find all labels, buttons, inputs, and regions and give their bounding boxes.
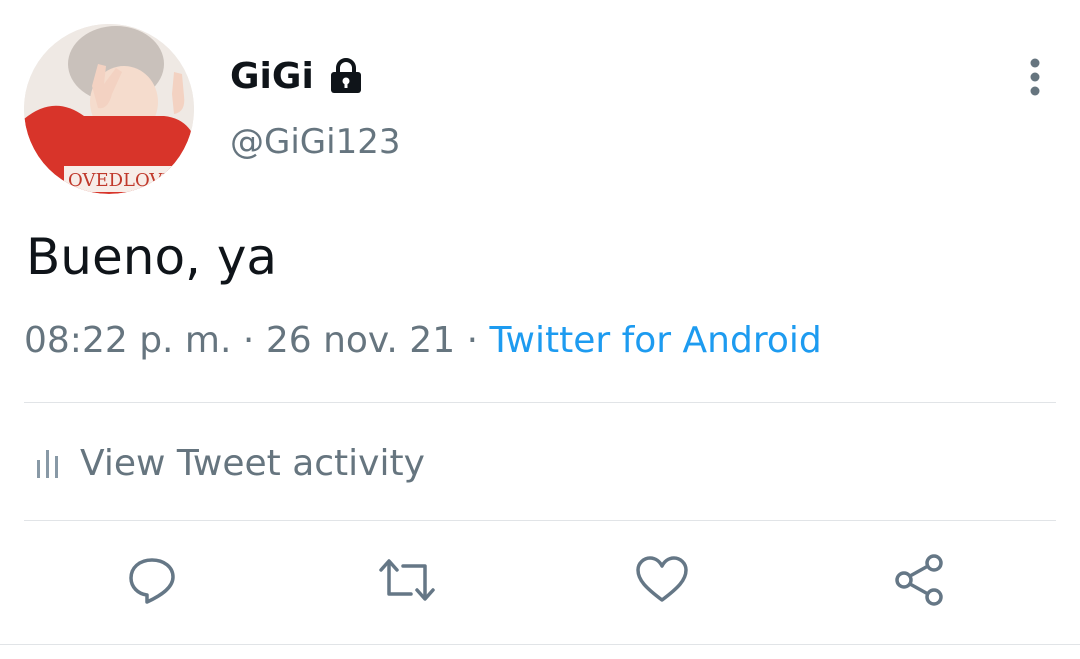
reply-button[interactable] xyxy=(120,548,184,612)
tweet-date: 26 nov. 21 xyxy=(265,320,456,361)
retweet-button[interactable] xyxy=(375,548,439,612)
tweet-time: 08:22 p. m. xyxy=(24,320,232,361)
divider xyxy=(24,520,1056,521)
user-handle[interactable]: @GiGi123 xyxy=(230,122,400,162)
lock-icon xyxy=(328,57,364,95)
retweet-icon xyxy=(379,559,435,601)
tweet-detail: OVEDLOVE GiGi @GiGi123 Bueno, ya 08:22 p… xyxy=(0,0,1080,659)
bar-chart-icon xyxy=(34,446,62,480)
tweet-actions-bar xyxy=(0,548,1080,618)
view-tweet-activity-label: View Tweet activity xyxy=(80,442,425,484)
view-tweet-activity-button[interactable]: View Tweet activity xyxy=(34,438,425,488)
avatar-shirt-text: OVEDLOVE xyxy=(68,170,176,191)
more-vertical-icon xyxy=(1030,58,1040,96)
like-button[interactable] xyxy=(630,548,694,612)
tweet-meta: 08:22 p. m. · 26 nov. 21 · Twitter for A… xyxy=(24,320,822,361)
reply-icon xyxy=(129,558,175,604)
avatar[interactable]: OVEDLOVE xyxy=(24,24,194,194)
meta-separator: · xyxy=(242,320,255,361)
divider xyxy=(0,644,1080,645)
tweet-text: Bueno, ya xyxy=(26,228,278,286)
meta-separator: · xyxy=(466,320,479,361)
share-icon xyxy=(895,554,943,606)
tweet-source-link[interactable]: Twitter for Android xyxy=(489,320,821,361)
share-button[interactable] xyxy=(888,548,952,612)
user-name-row: GiGi xyxy=(230,50,364,102)
avatar-image: OVEDLOVE xyxy=(24,24,194,194)
display-name[interactable]: GiGi xyxy=(230,56,314,97)
divider xyxy=(24,402,1056,403)
heart-icon xyxy=(636,556,688,602)
more-options-button[interactable] xyxy=(1014,52,1056,102)
